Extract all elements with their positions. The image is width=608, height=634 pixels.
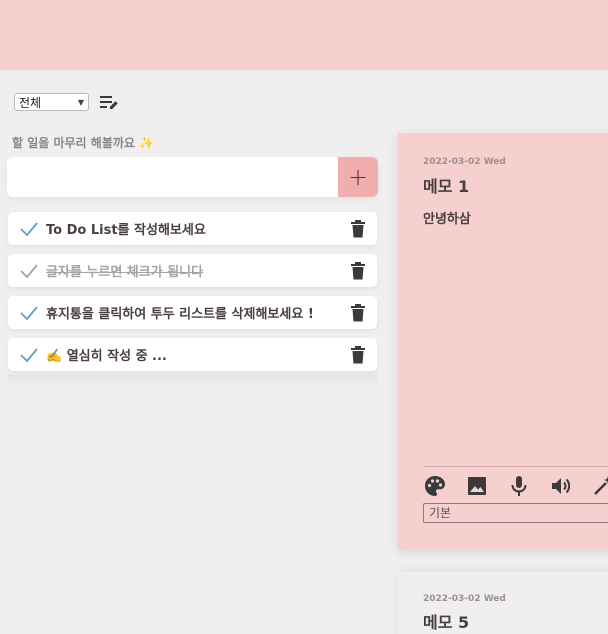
check-icon xyxy=(20,347,38,362)
chevron-down-icon: ▼ xyxy=(77,97,84,107)
memo-date: 2022-03-02 Wed xyxy=(423,157,506,167)
check-icon xyxy=(20,221,38,236)
todo-text[interactable]: To Do List를 작성해보세요 xyxy=(46,219,350,238)
todo-text[interactable]: 휴지통을 클릭하여 투두 리스트를 삭제해보세요 ! xyxy=(46,303,350,322)
filter-bar: 전체 ▼ xyxy=(14,93,119,111)
image-icon[interactable] xyxy=(465,474,489,498)
trash-icon[interactable] xyxy=(350,303,366,322)
trash-icon[interactable] xyxy=(350,345,366,364)
memo-card[interactable]: 2022-03-02 Wed 메모 5 xyxy=(398,572,608,634)
memo-toolbar xyxy=(423,474,608,498)
header-bar xyxy=(0,0,608,70)
memo-date: 2022-03-02 Wed xyxy=(423,594,506,604)
check-icon xyxy=(20,263,38,278)
memo-title[interactable]: 메모 5 xyxy=(423,609,469,633)
speaker-icon[interactable] xyxy=(549,474,573,498)
magic-wand-icon[interactable] xyxy=(591,474,608,498)
todo-list-footer xyxy=(8,374,377,388)
filter-select[interactable]: 전체 ▼ xyxy=(14,93,89,111)
filter-selected-label: 전체 xyxy=(19,95,42,110)
todo-prompt: 할 일을 마무리 해볼까요 ✨ xyxy=(12,136,155,150)
add-todo-button[interactable]: + xyxy=(338,157,378,197)
todo-item[interactable]: ✍️ 열심히 작성 중 ... xyxy=(8,338,377,371)
todo-input[interactable] xyxy=(7,157,338,197)
edit-list-icon[interactable] xyxy=(99,93,119,111)
todo-item[interactable]: 글자를 누르면 체크가 됩니다 xyxy=(8,254,377,287)
memo-title[interactable]: 메모 1 xyxy=(423,173,469,197)
trash-icon[interactable] xyxy=(350,261,366,280)
check-icon xyxy=(20,305,38,320)
trash-icon[interactable] xyxy=(350,219,366,238)
todo-list: To Do List를 작성해보세요 글자를 누르면 체크가 됩니다 휴지통을 … xyxy=(8,212,377,380)
todo-item[interactable]: To Do List를 작성해보세요 xyxy=(8,212,377,245)
memo-card[interactable]: 2022-03-02 Wed 메모 1 안녕하삼 기본 xyxy=(398,133,608,549)
memo-body[interactable]: 안녕하삼 xyxy=(423,208,471,227)
todo-text[interactable]: 글자를 누르면 체크가 됩니다 xyxy=(46,261,350,280)
memo-divider xyxy=(423,466,608,467)
todo-text[interactable]: ✍️ 열심히 작성 중 ... xyxy=(46,345,350,364)
todo-item[interactable]: 휴지통을 클릭하여 투두 리스트를 삭제해보세요 ! xyxy=(8,296,377,329)
todo-input-row: + xyxy=(7,157,378,197)
microphone-icon[interactable] xyxy=(507,474,531,498)
memo-category-field[interactable]: 기본 xyxy=(423,503,608,523)
palette-icon[interactable] xyxy=(423,474,447,498)
